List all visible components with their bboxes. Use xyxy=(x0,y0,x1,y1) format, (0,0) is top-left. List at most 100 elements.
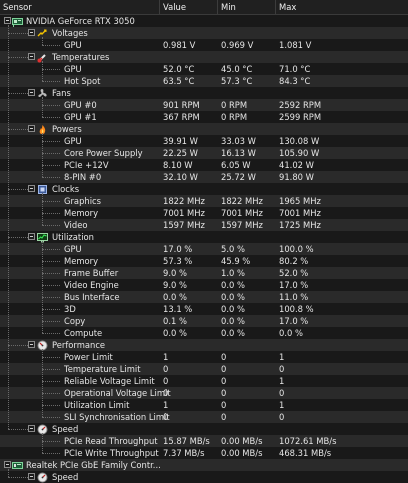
collapse-device-button[interactable] xyxy=(4,17,11,24)
sensor-row[interactable]: 8-PIN #0 32.10 W 25.72 W 91.80 W xyxy=(0,171,408,183)
sensor-row[interactable]: GPU 39.91 W 33.03 W 130.08 W xyxy=(0,135,408,147)
tree-connector xyxy=(42,213,60,214)
sensor-row[interactable]: GPU 52.0 °C 45.0 °C 71.0 °C xyxy=(0,63,408,75)
max-cell: 1725 MHz xyxy=(279,220,321,230)
collapse-group-button[interactable] xyxy=(28,425,35,432)
sensor-row[interactable]: Graphics 1822 MHz 1822 MHz 1965 MHz xyxy=(0,195,408,207)
sensor-row[interactable]: Reliable Voltage Limit 0 0 1 xyxy=(0,375,408,387)
column-header-sensor[interactable]: Sensor xyxy=(0,0,160,14)
sensor-row[interactable]: Memory 7001 MHz 7001 MHz 7001 MHz xyxy=(0,207,408,219)
tree-connector xyxy=(42,433,43,453)
collapse-group-button[interactable] xyxy=(28,89,35,96)
max-cell: 0.0 % xyxy=(279,328,303,338)
sensor-row[interactable]: Video Engine 9.0 % 0.0 % 17.0 % xyxy=(0,279,408,291)
group-row[interactable]: Speed xyxy=(0,423,408,435)
group-row[interactable]: Utilization xyxy=(0,231,408,243)
group-name: Voltages xyxy=(52,28,88,38)
max-cell: 2599 RPM xyxy=(279,112,322,122)
group-row[interactable]: Fans xyxy=(0,87,408,99)
sensor-row[interactable]: GPU 0.981 V 0.969 V 1.081 V xyxy=(0,39,408,51)
sensor-row[interactable]: PCIe Write Throughput 7.37 MB/s 0.00 MB/s 4… xyxy=(0,447,408,459)
max-cell: 1 xyxy=(279,376,285,386)
sensor-row[interactable]: Bus Interface 0.0 % 0.0 % 11.0 % xyxy=(0,291,408,303)
group-row[interactable]: Voltages xyxy=(0,27,408,39)
collapse-group-button[interactable] xyxy=(28,125,35,132)
group-row[interactable]: Clocks xyxy=(0,183,408,195)
tree-connector xyxy=(42,117,60,118)
group-row[interactable]: Performance xyxy=(0,339,408,351)
sensor-row[interactable]: Video 1597 MHz 1597 MHz 1725 MHz xyxy=(0,219,408,231)
collapse-group-button[interactable] xyxy=(28,341,35,348)
tree-connector xyxy=(42,441,60,442)
tree-connector xyxy=(42,97,43,117)
sensor-name: GPU #1 xyxy=(64,112,97,122)
collapse-group-button[interactable] xyxy=(28,473,35,480)
tree-connector xyxy=(8,237,30,238)
collapse-device-button[interactable] xyxy=(4,461,11,468)
sensor-row[interactable]: Compute 0.0 % 0.0 % 0.0 % xyxy=(0,327,408,339)
column-header-value[interactable]: Value xyxy=(160,0,218,14)
collapse-group-button[interactable] xyxy=(28,185,35,192)
group-row[interactable]: Powers xyxy=(0,123,408,135)
network-card-icon xyxy=(12,460,23,471)
tree-connector xyxy=(42,225,60,226)
sensor-row[interactable]: GPU #0 901 RPM 0 RPM 2592 RPM xyxy=(0,99,408,111)
sensor-row[interactable]: Operational Voltage Limit 0 0 0 xyxy=(0,387,408,399)
sensor-name: GPU #0 xyxy=(64,100,97,110)
max-cell: 105.90 W xyxy=(279,148,320,158)
sensor-row[interactable]: Memory 57.3 % 45.9 % 80.2 % xyxy=(0,255,408,267)
tree-connector xyxy=(42,405,60,406)
device-row[interactable]: NVIDIA GeForce RTX 3050 xyxy=(0,15,408,27)
collapse-group-button[interactable] xyxy=(28,53,35,60)
sensor-name: PCIe Write Throughput xyxy=(64,448,159,458)
group-name: Clocks xyxy=(52,184,80,194)
column-header-max[interactable]: Max xyxy=(276,0,408,14)
value-cell: 0 xyxy=(163,388,169,398)
sensor-row[interactable]: 3D 13.1 % 0.0 % 100.8 % xyxy=(0,303,408,315)
tree-connector xyxy=(8,429,30,430)
device-row[interactable]: Realtek PCIe GbE Family Contr... xyxy=(0,459,408,471)
value-cell: 1822 MHz xyxy=(163,196,205,206)
sensor-row[interactable]: Copy 0.1 % 0.0 % 17.0 % xyxy=(0,315,408,327)
sensor-row[interactable]: Temperature Limit 0 0 0 xyxy=(0,363,408,375)
sensor-row[interactable]: Power Limit 1 0 1 xyxy=(0,351,408,363)
value-cell: 1 xyxy=(163,352,169,362)
max-cell: 1 xyxy=(279,400,285,410)
value-cell: 367 RPM xyxy=(163,112,200,122)
sensor-row[interactable]: PCIe Read Throughput 15.87 MB/s 0.00 MB/s 1… xyxy=(0,435,408,447)
min-cell: 0.0 % xyxy=(221,280,245,290)
group-row[interactable]: Temperatures xyxy=(0,51,408,63)
sensor-name: Video xyxy=(64,220,88,230)
column-header: Sensor Value Min Max xyxy=(0,0,408,15)
collapse-group-button[interactable] xyxy=(28,29,35,36)
sensor-row[interactable]: Frame Buffer 9.0 % 1.0 % 52.0 % xyxy=(0,267,408,279)
max-cell: 71.0 °C xyxy=(279,64,311,74)
column-header-min[interactable]: Min xyxy=(218,0,276,14)
max-cell: 17.0 % xyxy=(279,280,309,290)
value-cell: 0 xyxy=(163,376,169,386)
min-cell: 0.0 % xyxy=(221,316,245,326)
value-cell: 22.25 W xyxy=(163,148,198,158)
sensor-name: GPU xyxy=(64,40,82,50)
sensor-row[interactable]: Hot Spot 63.5 °C 57.3 °C 84.3 °C xyxy=(0,75,408,87)
sensor-row[interactable]: Utilization Limit 1 0 1 xyxy=(0,399,408,411)
sensor-row[interactable]: SLI Synchronisation Limit 0 0 0 xyxy=(0,411,408,423)
min-cell: 1.0 % xyxy=(221,268,245,278)
min-cell: 0 RPM xyxy=(221,112,248,122)
tree-connector xyxy=(42,453,60,454)
collapse-group-button[interactable] xyxy=(28,233,35,240)
tree-connector xyxy=(8,33,30,34)
sensor-row[interactable]: Core Power Supply 22.25 W 16.13 W 105.90 W xyxy=(0,147,408,159)
min-cell: 0 xyxy=(221,400,227,410)
tree-connector xyxy=(42,297,60,298)
tree-connector xyxy=(8,25,9,429)
tree-connector xyxy=(8,129,30,130)
sensor-name: Copy xyxy=(64,316,86,326)
sensor-row[interactable]: GPU #1 367 RPM 0 RPM 2599 RPM xyxy=(0,111,408,123)
value-cell: 9.0 % xyxy=(163,268,187,278)
group-row[interactable]: Speed xyxy=(0,471,408,483)
tree-connector xyxy=(42,141,60,142)
sensor-row[interactable]: GPU 17.0 % 5.0 % 100.0 % xyxy=(0,243,408,255)
min-cell: 45.9 % xyxy=(221,256,251,266)
sensor-row[interactable]: PCIe +12V 8.10 W 6.05 W 41.02 W xyxy=(0,159,408,171)
